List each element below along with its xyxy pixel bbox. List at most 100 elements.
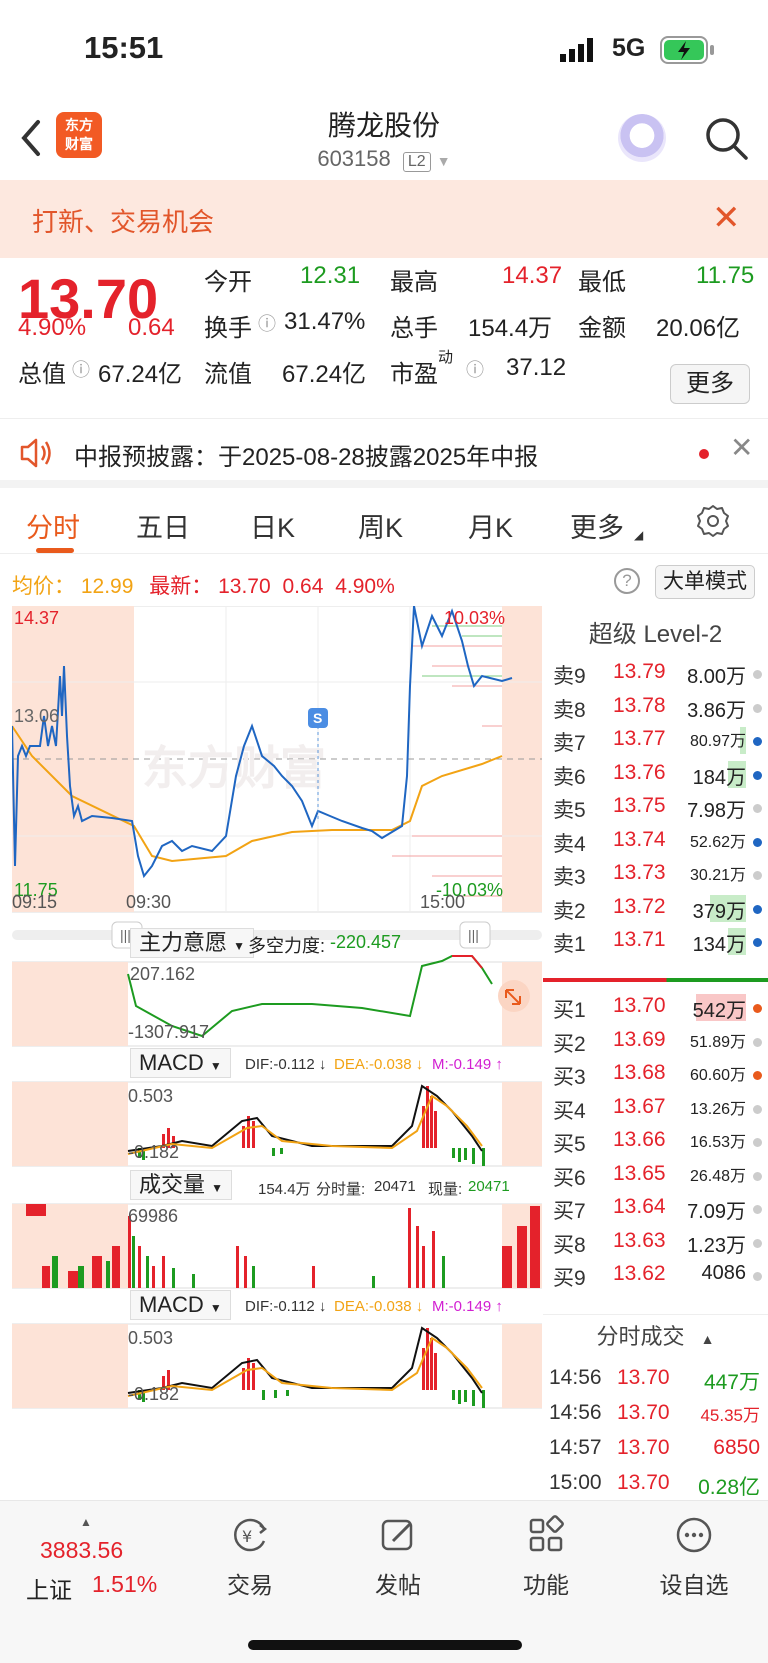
dropdown-caret-icon: ▼ [209, 1059, 222, 1073]
macd-m: M:-0.149 ↑ [432, 1056, 503, 1073]
bid-level: 买3 [553, 1066, 586, 1089]
status-dot [753, 670, 762, 679]
add-watchlist-label: 设自选 [659, 1572, 729, 1598]
macd2-dif: DIF:-0.112 ↓ [245, 1298, 327, 1315]
close-icon[interactable]: ✕ [730, 431, 753, 464]
tab-five-day[interactable]: 五日 [136, 506, 190, 545]
volume-max: 69986 [128, 1206, 179, 1226]
pct-top-label: 10.03% [444, 608, 506, 628]
indicator-select-macd-2[interactable]: MACD ▼ [130, 1290, 231, 1320]
bid-row[interactable]: 买9 13.62 4086 [543, 1258, 768, 1293]
ask-row[interactable]: 卖8 13.78 3.86万 [543, 690, 768, 725]
ind1-value: -220.457 [330, 932, 402, 952]
ask-row[interactable]: 卖2 13.72 379万 [543, 891, 768, 926]
indicator-select-macd[interactable]: MACD ▼ [130, 1048, 231, 1078]
intraday-chart[interactable]: 东方财富 S ||| ||| [12, 606, 542, 1496]
search-icon[interactable] [702, 114, 750, 162]
help-icon[interactable]: ? [614, 568, 640, 594]
status-bar: 15:51 5G [0, 0, 768, 100]
promo-banner[interactable]: 打新、交易机会 ✕ [0, 180, 768, 258]
grid-icon [529, 1515, 564, 1552]
close-icon[interactable]: ✕ [712, 198, 741, 238]
pe-value: 37.12 [506, 354, 567, 381]
tab-monthly-k[interactable]: 月K [468, 506, 513, 545]
info-icon[interactable]: ⓘ [466, 356, 484, 382]
bid-volume: 1.23万 [687, 1234, 746, 1257]
tab-weekly-k[interactable]: 周K [358, 506, 403, 545]
ask-row[interactable]: 卖7 13.77 80.97万 [543, 723, 768, 758]
bid-row[interactable]: 买7 13.64 7.09万 [543, 1191, 768, 1226]
trade-row: 15:00 13.70 0.28亿 [543, 1467, 768, 1503]
time-sales-header[interactable]: 分时成交 ▲ [543, 1314, 768, 1358]
ask-volume: 379万 [692, 900, 746, 923]
info-icon[interactable]: ⓘ [258, 310, 276, 336]
bid-row[interactable]: 买1 13.70 542万 [543, 990, 768, 1025]
indicator-select-volume[interactable]: 成交量 ▼ [130, 1170, 233, 1200]
ask-level: 卖7 [553, 732, 586, 755]
ask-price: 13.78 [613, 693, 666, 717]
bid-row[interactable]: 买3 13.68 60.60万 [543, 1057, 768, 1092]
ind1-max: 207.162 [130, 964, 196, 984]
macd2-max: 0.503 [128, 1328, 174, 1348]
ask-row[interactable]: 卖9 13.79 8.00万 [543, 656, 768, 691]
bid-row[interactable]: 买8 13.63 1.23万 [543, 1225, 768, 1260]
bid-level: 买1 [553, 999, 586, 1022]
settings-gear-icon[interactable] [696, 504, 730, 538]
ask-row[interactable]: 卖4 13.74 52.62万 [543, 824, 768, 859]
bid-row[interactable]: 买4 13.67 13.26万 [543, 1091, 768, 1126]
status-dot [753, 904, 762, 914]
status-dot [753, 703, 762, 713]
ask-row[interactable]: 卖5 13.75 7.98万 [543, 790, 768, 825]
trade-row: 14:57 13.70 6850 [543, 1432, 768, 1468]
status-time: 15:51 [84, 30, 164, 65]
stock-code: 603158 [317, 146, 391, 171]
stock-header: 东方 财富 腾龙股份 603158 L2 ▼ [0, 100, 768, 180]
index-name: 上证 [26, 1577, 72, 1603]
pe-label: 市盈 [390, 361, 438, 388]
bid-row[interactable]: 买5 13.66 16.53万 [543, 1124, 768, 1159]
open-label: 今开 [204, 269, 252, 296]
bid-row[interactable]: 买6 13.65 26.48万 [543, 1158, 768, 1193]
float-value: 67.24亿 [282, 361, 367, 388]
ask-row[interactable]: 卖1 13.71 134万 [543, 924, 768, 959]
bid-level: 买7 [553, 1200, 586, 1223]
indicator-select-1[interactable]: 主力意愿 ▼ [130, 928, 255, 958]
dropdown-caret-icon: ▼ [211, 1181, 224, 1195]
more-dots-icon [676, 1517, 712, 1553]
function-button[interactable]: 功能 [496, 1515, 596, 1600]
bid-row[interactable]: 买2 13.69 51.89万 [543, 1024, 768, 1059]
post-button[interactable]: 发帖 [348, 1515, 448, 1600]
chart-tabs: 分时 五日 日K 周K 月K 更多 ◢ [0, 492, 768, 554]
ask-volume: 7.98万 [687, 800, 746, 822]
home-indicator[interactable] [248, 1640, 522, 1650]
trade-time: 14:57 [549, 1436, 602, 1459]
order-book-header[interactable]: 超级 Level-2 [543, 614, 768, 649]
big-order-mode-button[interactable]: 大单模式 [655, 565, 755, 599]
mktcap-value: 67.24亿 [98, 361, 183, 388]
time-label-open: 09:30 [126, 892, 172, 912]
add-watchlist-button[interactable]: 设自选 [644, 1515, 744, 1600]
notice-bar[interactable]: 中报预披露：于2025-08-28披露2025年中报 ✕ [0, 418, 768, 488]
tab-daily-k[interactable]: 日K [250, 506, 295, 545]
info-icon[interactable]: ⓘ [72, 356, 90, 382]
last-change: 0.64 [282, 575, 324, 598]
amount-value: 20.06亿 [656, 315, 741, 342]
order-book: 超级 Level-2 卖9 13.79 8.00万 卖8 13.78 3.86万 卖7 13.… [543, 606, 768, 1499]
assistant-robot-icon[interactable] [618, 114, 666, 162]
more-button[interactable]: 更多 [670, 364, 750, 404]
tab-intraday[interactable]: 分时 [26, 506, 80, 545]
change-amount: 0.64 [128, 314, 175, 341]
ask-row[interactable]: 卖3 13.73 30.21万 [543, 857, 768, 892]
price-summary: 均价： 12.99 最新： 13.70 0.64 4.90% [12, 570, 395, 600]
macd2-dea: DEA:-0.038 ↓ [334, 1298, 424, 1315]
ask-row[interactable]: 卖6 13.76 184万 [543, 757, 768, 792]
status-dot [753, 1205, 762, 1214]
high-value: 14.37 [502, 262, 563, 289]
index-widget[interactable]: ▲ 3883.56 上证 1.51% [0, 1501, 170, 1611]
trade-button[interactable]: ¥ 交易 [200, 1515, 300, 1600]
unread-dot [699, 449, 709, 459]
tab-more[interactable]: 更多 [570, 506, 624, 545]
ask-volume: 52.62万 [689, 833, 746, 851]
trade-row: 14:56 13.70 45.35万 [543, 1397, 768, 1433]
bid-level: 买6 [553, 1166, 586, 1190]
